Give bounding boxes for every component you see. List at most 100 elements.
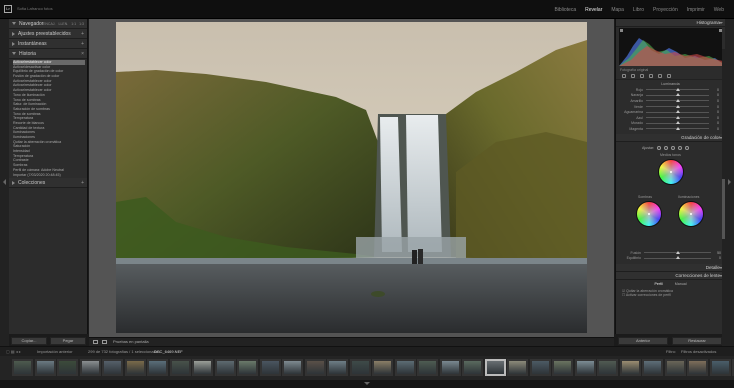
graduated-filter-icon[interactable] bbox=[649, 74, 653, 78]
filmstrip-thumbnail[interactable] bbox=[124, 359, 146, 376]
filmstrip-thumbnail[interactable] bbox=[709, 359, 731, 376]
zoom-fill[interactable]: LLEN. bbox=[59, 22, 69, 26]
filmstrip-thumbnail[interactable] bbox=[147, 359, 168, 376]
filmstrip-thumbnail[interactable] bbox=[192, 359, 213, 376]
slider-knob[interactable] bbox=[675, 126, 680, 130]
module-proyeccion[interactable]: Proyección bbox=[653, 7, 678, 13]
slider-track[interactable] bbox=[646, 87, 709, 91]
add-snapshot-icon[interactable]: + bbox=[81, 41, 84, 47]
radial-filter-icon[interactable] bbox=[658, 74, 662, 78]
waterfall-photo[interactable] bbox=[116, 22, 587, 333]
adjustment-brush-icon[interactable] bbox=[667, 74, 671, 78]
detail-header[interactable]: Detalle bbox=[616, 263, 725, 272]
filmstrip-view-icons[interactable]: ▢ ▦ ◂ ▸ bbox=[6, 349, 21, 354]
filmstrip-thumbnail[interactable] bbox=[169, 359, 191, 376]
navigator-header[interactable]: Navegador ENCAJ. LLEN. 1:1 1:3 bbox=[9, 19, 87, 29]
module-biblioteca[interactable]: Biblioteca bbox=[554, 7, 576, 13]
color-grading-header[interactable]: Gradación de color bbox=[616, 133, 725, 142]
slider-value[interactable]: 0 bbox=[709, 93, 719, 97]
highlight-clipping-icon[interactable] bbox=[719, 29, 722, 32]
filter-select[interactable]: Filtros desactivados bbox=[681, 349, 716, 354]
module-revelar[interactable]: Revelar bbox=[585, 7, 602, 13]
slider-track[interactable] bbox=[644, 256, 711, 260]
highlights-mode-icon[interactable] bbox=[678, 145, 683, 150]
filmstrip-thumbnail[interactable] bbox=[12, 359, 33, 376]
spot-removal-icon[interactable] bbox=[631, 74, 635, 78]
filmstrip-thumbnail[interactable] bbox=[372, 359, 393, 376]
histogram-graph[interactable] bbox=[619, 28, 723, 66]
histogram-header[interactable]: Histograma bbox=[616, 19, 725, 27]
reset-button[interactable]: Restaurar bbox=[672, 337, 722, 345]
slider-knob[interactable] bbox=[675, 104, 680, 108]
filmstrip-thumbnail[interactable] bbox=[597, 359, 618, 376]
add-collection-icon[interactable]: + bbox=[81, 180, 84, 186]
filmstrip-thumbnail[interactable] bbox=[349, 359, 371, 376]
slider-knob[interactable] bbox=[675, 121, 680, 125]
zoom-1-3[interactable]: 1:3 bbox=[79, 22, 84, 26]
filmstrip-thumbnail[interactable] bbox=[642, 359, 663, 376]
slider-value[interactable]: 0 bbox=[709, 116, 719, 120]
filmstrip-toggle[interactable] bbox=[0, 380, 734, 388]
snapshots-header[interactable]: Instantáneas + bbox=[9, 39, 87, 49]
filmstrip-thumbnail[interactable] bbox=[574, 359, 596, 376]
slider-knob[interactable] bbox=[675, 98, 680, 102]
slider-knob[interactable] bbox=[675, 256, 680, 260]
filmstrip-thumbnail[interactable] bbox=[102, 359, 123, 376]
slider-knob[interactable] bbox=[675, 250, 680, 254]
crop-tool-icon[interactable] bbox=[622, 74, 626, 78]
filmstrip-thumbnail[interactable] bbox=[237, 359, 258, 376]
zoom-1-1[interactable]: 1:1 bbox=[71, 22, 76, 26]
previous-button[interactable]: Anterior bbox=[618, 337, 668, 345]
slider-value[interactable]: 0 bbox=[709, 99, 719, 103]
midtones-mode-icon[interactable] bbox=[671, 145, 676, 150]
filmstrip-thumbnail[interactable] bbox=[462, 359, 483, 376]
slider-value[interactable]: 0 bbox=[709, 121, 719, 125]
filmstrip-thumbnail[interactable] bbox=[687, 359, 708, 376]
lens-corrections-header[interactable]: Correcciones de lente bbox=[616, 271, 725, 280]
filename-label[interactable]: DSC_6469.NEF bbox=[154, 349, 183, 354]
shadows-handle[interactable] bbox=[648, 212, 650, 215]
zoom-fit[interactable]: ENCAJ. bbox=[43, 22, 55, 26]
filmstrip-thumbnail[interactable] bbox=[34, 359, 56, 376]
shadow-clipping-icon[interactable] bbox=[620, 29, 623, 32]
slider-track[interactable] bbox=[646, 121, 709, 125]
loupe-view-icon[interactable] bbox=[93, 340, 98, 344]
slider-track[interactable] bbox=[646, 98, 709, 102]
tab-manual[interactable]: Manual bbox=[675, 282, 687, 286]
image-canvas[interactable] bbox=[89, 19, 614, 337]
slider-track[interactable] bbox=[646, 115, 709, 119]
filmstrip-thumbnail[interactable] bbox=[664, 359, 686, 376]
module-imprimir[interactable]: Imprimir bbox=[687, 7, 705, 13]
shadows-mode-icon[interactable] bbox=[664, 145, 669, 150]
midtones-handle[interactable] bbox=[670, 170, 672, 173]
clear-history-icon[interactable]: × bbox=[81, 51, 84, 57]
slider-value[interactable]: 0 bbox=[709, 127, 719, 131]
source-label[interactable]: Importación anterior bbox=[37, 349, 73, 354]
filmstrip-thumbnail[interactable] bbox=[327, 359, 348, 376]
module-libro[interactable]: Libro bbox=[633, 7, 644, 13]
slider-value[interactable]: 0 bbox=[709, 105, 719, 109]
collections-header[interactable]: Colecciones + bbox=[9, 178, 87, 189]
filmstrip-thumbnail[interactable] bbox=[417, 359, 438, 376]
filmstrip-thumbnail[interactable] bbox=[552, 359, 573, 376]
left-panel-toggle[interactable] bbox=[0, 19, 9, 346]
slider-track[interactable] bbox=[646, 110, 709, 114]
filmstrip-thumbnail[interactable] bbox=[259, 359, 281, 376]
filmstrip-thumbnail[interactable] bbox=[304, 359, 326, 376]
module-web[interactable]: Web bbox=[714, 7, 724, 13]
right-panel-toggle[interactable] bbox=[725, 19, 734, 346]
filmstrip-thumbnail[interactable] bbox=[619, 359, 641, 376]
slider-value[interactable]: 0 bbox=[709, 110, 719, 114]
copy-button[interactable]: Copiar... bbox=[11, 337, 47, 345]
compare-view-icon[interactable] bbox=[102, 340, 107, 344]
three-way-icon[interactable] bbox=[657, 145, 662, 150]
slider-value[interactable]: 50 bbox=[711, 251, 721, 255]
slider-track[interactable] bbox=[646, 126, 709, 130]
filmstrip-thumbnail[interactable] bbox=[57, 359, 78, 376]
slider-knob[interactable] bbox=[675, 115, 680, 119]
slider-track[interactable] bbox=[644, 250, 711, 254]
filmstrip-thumbnail[interactable] bbox=[507, 359, 528, 376]
tab-perfil[interactable]: Perfil bbox=[655, 282, 663, 286]
slider-value[interactable]: 0 bbox=[709, 88, 719, 92]
slider-knob[interactable] bbox=[675, 87, 680, 91]
